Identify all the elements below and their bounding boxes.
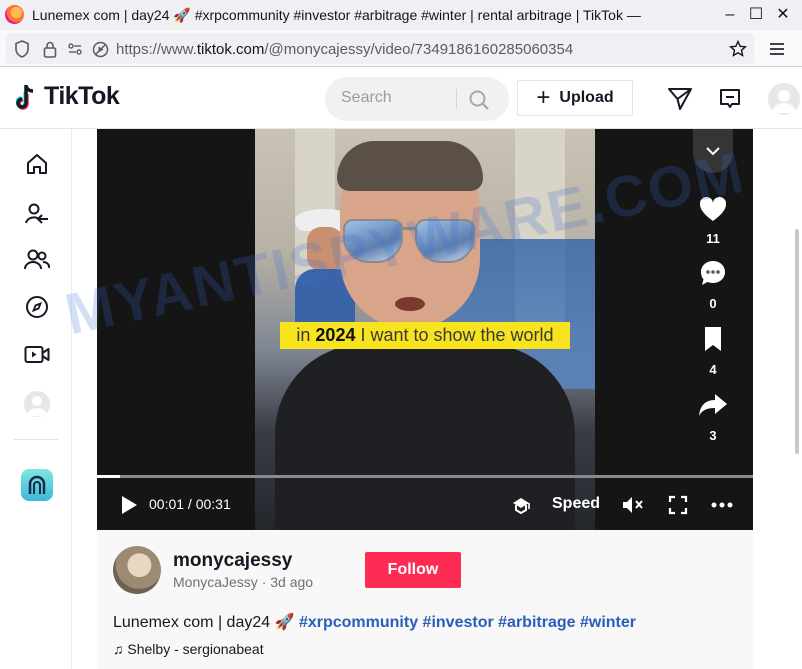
post-description: Lunemex com | day24 🚀 #xrpcommunity #inv… [113, 612, 636, 632]
video-hair [337, 141, 483, 191]
music-note-icon: ♫ [113, 641, 128, 657]
search-input[interactable]: Search [341, 89, 392, 107]
browser-navbar: https://www.tiktok.com/@monycajessy/vide… [0, 30, 802, 67]
close-icon[interactable]: ✕ [772, 4, 794, 26]
post-info: monycajessy MonycaJessy · 3d ago Follow … [97, 530, 753, 669]
speed-button[interactable]: Speed [552, 495, 600, 513]
caption-post: I want to show the world [355, 325, 554, 345]
author-subline: MonycaJessy · 3d ago [173, 574, 314, 590]
profile-sidebar-avatar[interactable] [24, 391, 50, 417]
previous-video-button[interactable] [693, 129, 733, 173]
author-display-name: MonycaJessy [173, 574, 258, 590]
video-sunglasses [343, 219, 477, 263]
comment-count: 0 [709, 296, 717, 311]
live-icon[interactable] [24, 342, 50, 368]
creator-tools-icon[interactable] [21, 469, 53, 501]
minimize-icon[interactable]: – [719, 4, 741, 26]
messages-send-icon[interactable] [667, 86, 693, 112]
description-text: Lunemex com | day24 🚀 [113, 614, 295, 631]
mute-icon[interactable] [620, 492, 646, 518]
post-time: 3d ago [270, 574, 314, 590]
browser-titlebar: Lunemex com | day24 🚀 #xrpcommunity #inv… [0, 0, 802, 30]
playback-time: 00:01 / 00:31 [149, 496, 231, 512]
inbox-icon[interactable] [717, 86, 743, 112]
music-label: Shelby - sergionabeat [127, 641, 264, 657]
progress-fill[interactable] [97, 475, 120, 478]
bookmark-icon[interactable] [697, 323, 729, 355]
hashtag-link[interactable]: #xrpcommunity [299, 614, 418, 631]
like-heart-icon[interactable] [697, 193, 729, 225]
following-icon[interactable] [24, 201, 50, 227]
profile-avatar[interactable] [768, 83, 800, 115]
share-icon[interactable] [697, 389, 729, 421]
share-count: 3 [709, 428, 717, 443]
menu-icon[interactable] [766, 38, 788, 60]
scrollbar-thumb[interactable] [795, 229, 799, 454]
bookmark-count: 4 [709, 362, 717, 377]
music-link[interactable]: ♫ Shelby - sergionabeat [113, 641, 264, 657]
tiktok-header: TikTok Search + Upload [0, 67, 802, 129]
url-domain: tiktok.com [196, 41, 265, 58]
follow-button[interactable]: Follow [365, 552, 461, 588]
url-bar[interactable]: https://www.tiktok.com/@monycajessy/vide… [6, 33, 754, 64]
autoplay-blocked-icon[interactable] [90, 39, 110, 59]
play-icon[interactable] [117, 493, 141, 517]
plus-icon: + [536, 84, 551, 111]
friends-icon[interactable] [24, 247, 50, 273]
sidebar-divider [14, 439, 58, 440]
explore-compass-icon[interactable] [24, 294, 50, 320]
search-divider [456, 89, 457, 109]
page-scrollbar[interactable] [792, 129, 802, 669]
chevron-down-icon [706, 147, 720, 156]
tiktok-logo-text: TikTok [44, 82, 120, 110]
tab-title[interactable]: Lunemex com | day24 🚀 #xrpcommunity #inv… [32, 7, 712, 24]
url-prefix: https://www. [116, 41, 197, 58]
hashtag-link[interactable]: #investor [423, 614, 494, 631]
hashtag-link[interactable]: #arbitrage [498, 614, 575, 631]
bookmark-star-icon[interactable] [728, 39, 748, 59]
permissions-icon[interactable] [66, 39, 88, 59]
upload-button[interactable]: + Upload [517, 80, 633, 116]
sidebar [0, 129, 72, 669]
lock-icon[interactable] [40, 39, 60, 59]
video-mouth [395, 297, 425, 311]
firefox-logo-icon [5, 5, 24, 24]
quality-icon[interactable] [508, 492, 534, 518]
author-avatar[interactable] [113, 546, 161, 594]
search-bar[interactable]: Search [325, 77, 509, 121]
progress-track[interactable] [97, 475, 753, 478]
video-player[interactable]: in 2024 I want to show the world 00:01 /… [97, 129, 753, 530]
caption-pre: in [296, 325, 316, 345]
url-path: /@monycajessy/video/7349186160285060354 [264, 41, 574, 58]
tiktok-page: TikTok Search + Upload in 2024 I want to… [0, 67, 802, 669]
home-icon[interactable] [24, 151, 50, 177]
video-actions: 11 0 4 3 [693, 129, 733, 530]
url-text[interactable]: https://www.tiktok.com/@monycajessy/vide… [116, 41, 573, 58]
hashtag-link[interactable]: #winter [580, 614, 636, 631]
search-icon[interactable] [467, 88, 491, 112]
shield-icon[interactable] [12, 39, 32, 59]
comment-icon[interactable] [697, 257, 729, 289]
maximize-icon[interactable]: ☐ [745, 4, 767, 26]
video-caption: in 2024 I want to show the world [280, 322, 570, 349]
tiktok-note-icon [16, 84, 34, 110]
caption-year: 2024 [315, 325, 356, 345]
upload-label: Upload [559, 89, 614, 106]
fullscreen-icon[interactable] [665, 492, 691, 518]
like-count: 11 [706, 231, 720, 246]
tiktok-logo[interactable]: TikTok [16, 82, 120, 111]
author-username[interactable]: monycajessy [173, 550, 292, 572]
